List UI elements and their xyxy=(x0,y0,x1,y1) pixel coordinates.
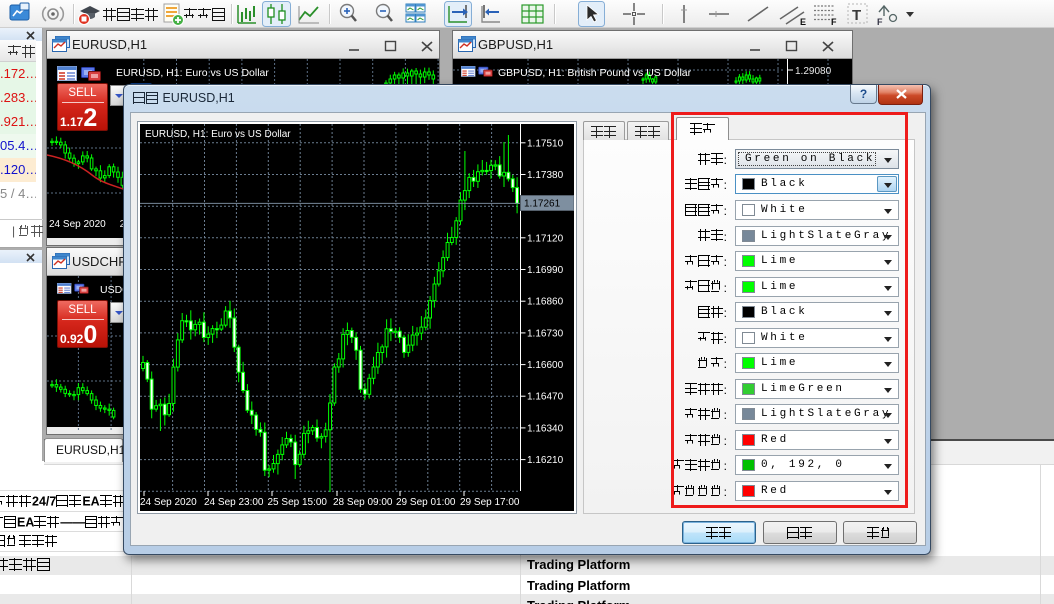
svg-text:24 Sep 2020: 24 Sep 2020 xyxy=(140,497,197,508)
svg-text:T: T xyxy=(852,7,861,24)
svg-text:1.16990: 1.16990 xyxy=(527,265,564,276)
svg-text:E: E xyxy=(800,17,806,27)
svg-text:1.17261: 1.17261 xyxy=(524,199,561,210)
svg-text:28 Sep 09:00: 28 Sep 09:00 xyxy=(333,497,393,508)
svg-text:25 Sep 15:00: 25 Sep 15:00 xyxy=(268,497,328,508)
svg-text:1.17380: 1.17380 xyxy=(527,170,564,181)
svg-text:1.16470: 1.16470 xyxy=(527,392,564,403)
svg-text:29 Sep 17:00: 29 Sep 17:00 xyxy=(460,497,520,508)
svg-text:F: F xyxy=(877,17,883,27)
svg-text:1.16340: 1.16340 xyxy=(527,423,564,434)
svg-text:1.29080: 1.29080 xyxy=(795,66,832,77)
svg-text:1.17120: 1.17120 xyxy=(527,233,564,244)
svg-text:29 Sep 01:00: 29 Sep 01:00 xyxy=(396,497,456,508)
svg-text:1.17510: 1.17510 xyxy=(527,138,564,149)
svg-text:1.16730: 1.16730 xyxy=(527,328,564,339)
svg-text:EURUSD, H1: Euro vs US Dollar: EURUSD, H1: Euro vs US Dollar xyxy=(145,129,291,140)
svg-text:F: F xyxy=(831,17,837,27)
svg-text:24 Sep 23:00: 24 Sep 23:00 xyxy=(204,497,264,508)
svg-text:1.16210: 1.16210 xyxy=(527,455,564,466)
svg-text:1.16600: 1.16600 xyxy=(527,360,564,371)
svg-text:1.16860: 1.16860 xyxy=(527,297,564,308)
